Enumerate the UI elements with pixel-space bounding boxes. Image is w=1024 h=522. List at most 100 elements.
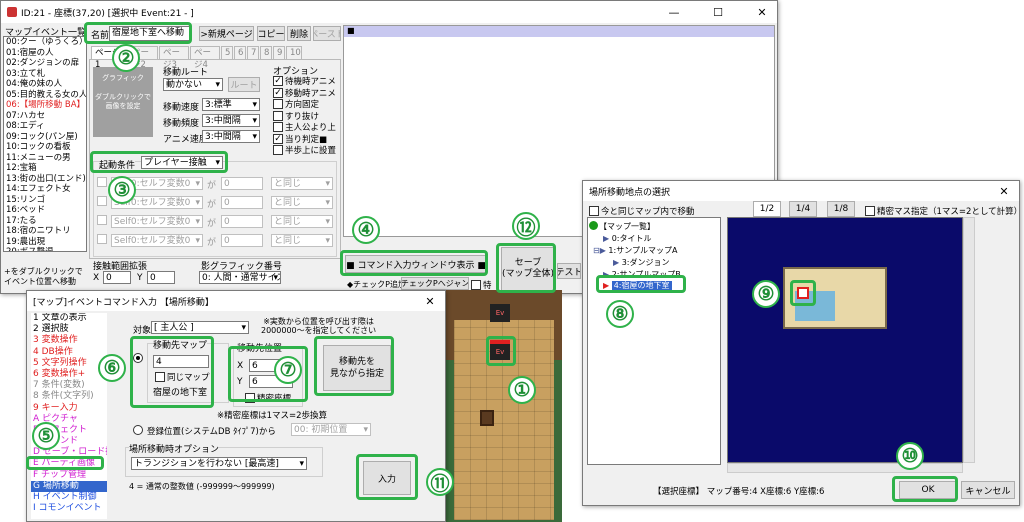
- command-close-icon[interactable]: ✕: [415, 291, 445, 311]
- tree-item-title[interactable]: ▶ 0:タイトル: [603, 233, 652, 244]
- map-view[interactable]: Ev Ev: [446, 290, 562, 522]
- maximize-icon[interactable]: ☐: [703, 1, 733, 23]
- destination-titlebar[interactable]: 場所移動地点の選択: [583, 181, 1019, 201]
- same-map-move-checkbox[interactable]: 今と同じマップ内で移動: [589, 205, 695, 217]
- zoom-half-button[interactable]: 1/2: [753, 201, 781, 217]
- event-list-item[interactable]: 10:コックの看板: [4, 142, 86, 153]
- new-page-button[interactable]: >新規ページ: [199, 26, 254, 41]
- event-list-item[interactable]: 17:たる: [4, 216, 86, 227]
- registered-pos-radio[interactable]: [133, 425, 143, 435]
- next-check-button[interactable]: 次チェックPへジャンプ: [401, 277, 469, 290]
- script-line-selected[interactable]: [344, 26, 774, 37]
- tree-item-dungeon[interactable]: ▶ 3:ダンジョン: [613, 257, 670, 268]
- page-tab[interactable]: 10: [286, 46, 302, 59]
- command-item[interactable]: F チップ管理: [31, 470, 107, 481]
- page-tab[interactable]: ページ4: [190, 46, 220, 70]
- page-tab[interactable]: 9: [273, 46, 285, 59]
- option-checkbox[interactable]: 半歩上に設置: [273, 144, 336, 156]
- event-marker-ev[interactable]: Ev: [490, 304, 510, 322]
- command-item[interactable]: 7 条件(変数): [31, 380, 107, 391]
- command-item[interactable]: H イベント制御: [31, 492, 107, 503]
- map-vertical-scrollbar[interactable]: [963, 217, 975, 463]
- page-tab[interactable]: 5: [221, 46, 233, 59]
- option-checkbox[interactable]: ✓ 待機時アニメ: [273, 75, 336, 87]
- command-item[interactable]: 9 キー入力: [31, 403, 107, 414]
- animation-speed-select[interactable]: 3:中間隔: [202, 130, 260, 143]
- page-tab[interactable]: 7: [247, 46, 259, 59]
- precise-grid-checkbox[interactable]: 精密マス指定（1マス=2として計算）: [865, 205, 1022, 217]
- event-list-item[interactable]: 07:ハカセ: [4, 111, 86, 122]
- condition-value-input[interactable]: 0: [221, 196, 263, 209]
- condition-value-input[interactable]: 0: [221, 215, 263, 228]
- command-list[interactable]: 1 文章の表示 2 選択肢 3 変数操作 4 DB操作 5 文字列操作 6 変数操作+ 7 …: [31, 313, 107, 519]
- route-button[interactable]: ルート: [228, 77, 260, 92]
- option-checkbox[interactable]: 方向固定: [273, 98, 319, 110]
- test-button[interactable]: テスト: [557, 263, 581, 279]
- command-item[interactable]: 3 変数操作: [31, 335, 107, 346]
- condition-variable-select[interactable]: Self0:セルフ変数0: [111, 234, 203, 247]
- page-tab[interactable]: 8: [260, 46, 272, 59]
- cancel-button[interactable]: キャンセル: [961, 481, 1015, 499]
- zoom-quarter-button[interactable]: 1/4: [789, 201, 817, 217]
- destination-close-icon[interactable]: ✕: [989, 181, 1019, 201]
- command-input-titlebar[interactable]: [マップ]イベントコマンド入力 【場所移動】: [27, 291, 445, 311]
- close-icon[interactable]: ✕: [747, 1, 777, 23]
- transition-select[interactable]: トランジションを行わない [最高速]: [131, 457, 307, 470]
- condition-value-input[interactable]: 0: [221, 177, 263, 190]
- event-list-item[interactable]: 14:エフェクト女: [4, 184, 86, 195]
- event-list-item[interactable]: 05:目的教える女の人: [4, 90, 86, 101]
- registered-pos-select[interactable]: 00: 初期位置: [291, 423, 371, 436]
- condition-checkbox[interactable]: [97, 234, 107, 244]
- condition-compare-select[interactable]: と同じ: [271, 196, 333, 209]
- command-item[interactable]: I コモンイベント: [31, 503, 107, 514]
- event-list-item[interactable]: 00:クー（ゆうくろ）: [4, 37, 86, 48]
- event-list-item[interactable]: 09:コック(パン屋): [4, 132, 86, 143]
- condition-checkbox[interactable]: [97, 196, 107, 206]
- page-tab[interactable]: 6: [234, 46, 246, 59]
- event-list-item[interactable]: 04:俺の妹の人: [4, 79, 86, 90]
- event-list-item[interactable]: 02:ダンジョンの扉: [4, 58, 86, 69]
- command-item[interactable]: 2 選択肢: [31, 324, 107, 335]
- event-list-item[interactable]: 11:メニューの男: [4, 153, 86, 164]
- event-list-item[interactable]: 18:宿のニワトリ: [4, 226, 86, 237]
- event-list-item[interactable]: 06:【場所移動 BA】: [4, 100, 86, 111]
- event-list-item[interactable]: 13:街の出口(エンド): [4, 174, 86, 185]
- event-list[interactable]: 00:クー（ゆうくろ） 01:宿屋の人 02:ダンジョンの扉 03:立て札 04:俺の妹…: [3, 36, 87, 252]
- command-item[interactable]: 8 条件(文字列): [31, 391, 107, 402]
- contact-y-input[interactable]: 0: [147, 271, 175, 284]
- zoom-eighth-button[interactable]: 1/8: [827, 201, 855, 217]
- condition-value-input[interactable]: 0: [221, 234, 263, 247]
- condition-compare-select[interactable]: と同じ: [271, 234, 333, 247]
- page-tab[interactable]: ページ3: [159, 46, 189, 70]
- condition-compare-select[interactable]: と同じ: [271, 215, 333, 228]
- command-item[interactable]: 6 変数操作+: [31, 369, 107, 380]
- event-list-item[interactable]: 08:エディ: [4, 121, 86, 132]
- command-item[interactable]: 5 文字列操作: [31, 358, 107, 369]
- graphic-box[interactable]: グラフィック ダブルクリックで 画像を設定: [93, 67, 153, 137]
- option-checkbox[interactable]: ✓ 当り判定■: [273, 133, 327, 145]
- option-checkbox[interactable]: すり抜け: [273, 110, 319, 122]
- event-list-item[interactable]: 20:ボス撃退: [4, 247, 86, 251]
- tree-item-sample-a[interactable]: ⊟▶ 1:サンプルマップA: [593, 245, 677, 256]
- paste-button[interactable]: ペースト: [313, 26, 341, 41]
- event-list-item[interactable]: 03:立て札: [4, 69, 86, 80]
- destination-map-view[interactable]: [727, 217, 963, 463]
- delete-button[interactable]: 削除: [287, 26, 311, 41]
- tree-item-root[interactable]: 【マップ一覧】: [599, 221, 655, 232]
- event-list-item[interactable]: 16:ベッド: [4, 205, 86, 216]
- command-item[interactable]: 1 文章の表示: [31, 313, 107, 324]
- condition-checkbox[interactable]: [97, 177, 107, 187]
- speed-select[interactable]: 3:標準: [202, 98, 260, 111]
- command-item[interactable]: 4 DB操作: [31, 347, 107, 358]
- frequency-select[interactable]: 3:中間隔: [202, 114, 260, 127]
- event-list-item[interactable]: 12:宝箱: [4, 163, 86, 174]
- minimize-icon[interactable]: —: [659, 1, 689, 23]
- option-checkbox[interactable]: ✓ 移動時アニメ: [273, 87, 336, 99]
- option-checkbox[interactable]: 主人公より上: [273, 121, 336, 133]
- route-select[interactable]: 動かない: [163, 78, 223, 91]
- event-list-item[interactable]: 15:リンゴ: [4, 195, 86, 206]
- shadow-select[interactable]: 0: 人間・通常サイズ: [199, 271, 281, 284]
- command-item[interactable]: G 場所移動: [31, 480, 107, 492]
- target-select[interactable]: [ 主人公 ]: [151, 321, 249, 334]
- copy-button[interactable]: コピー: [257, 26, 285, 41]
